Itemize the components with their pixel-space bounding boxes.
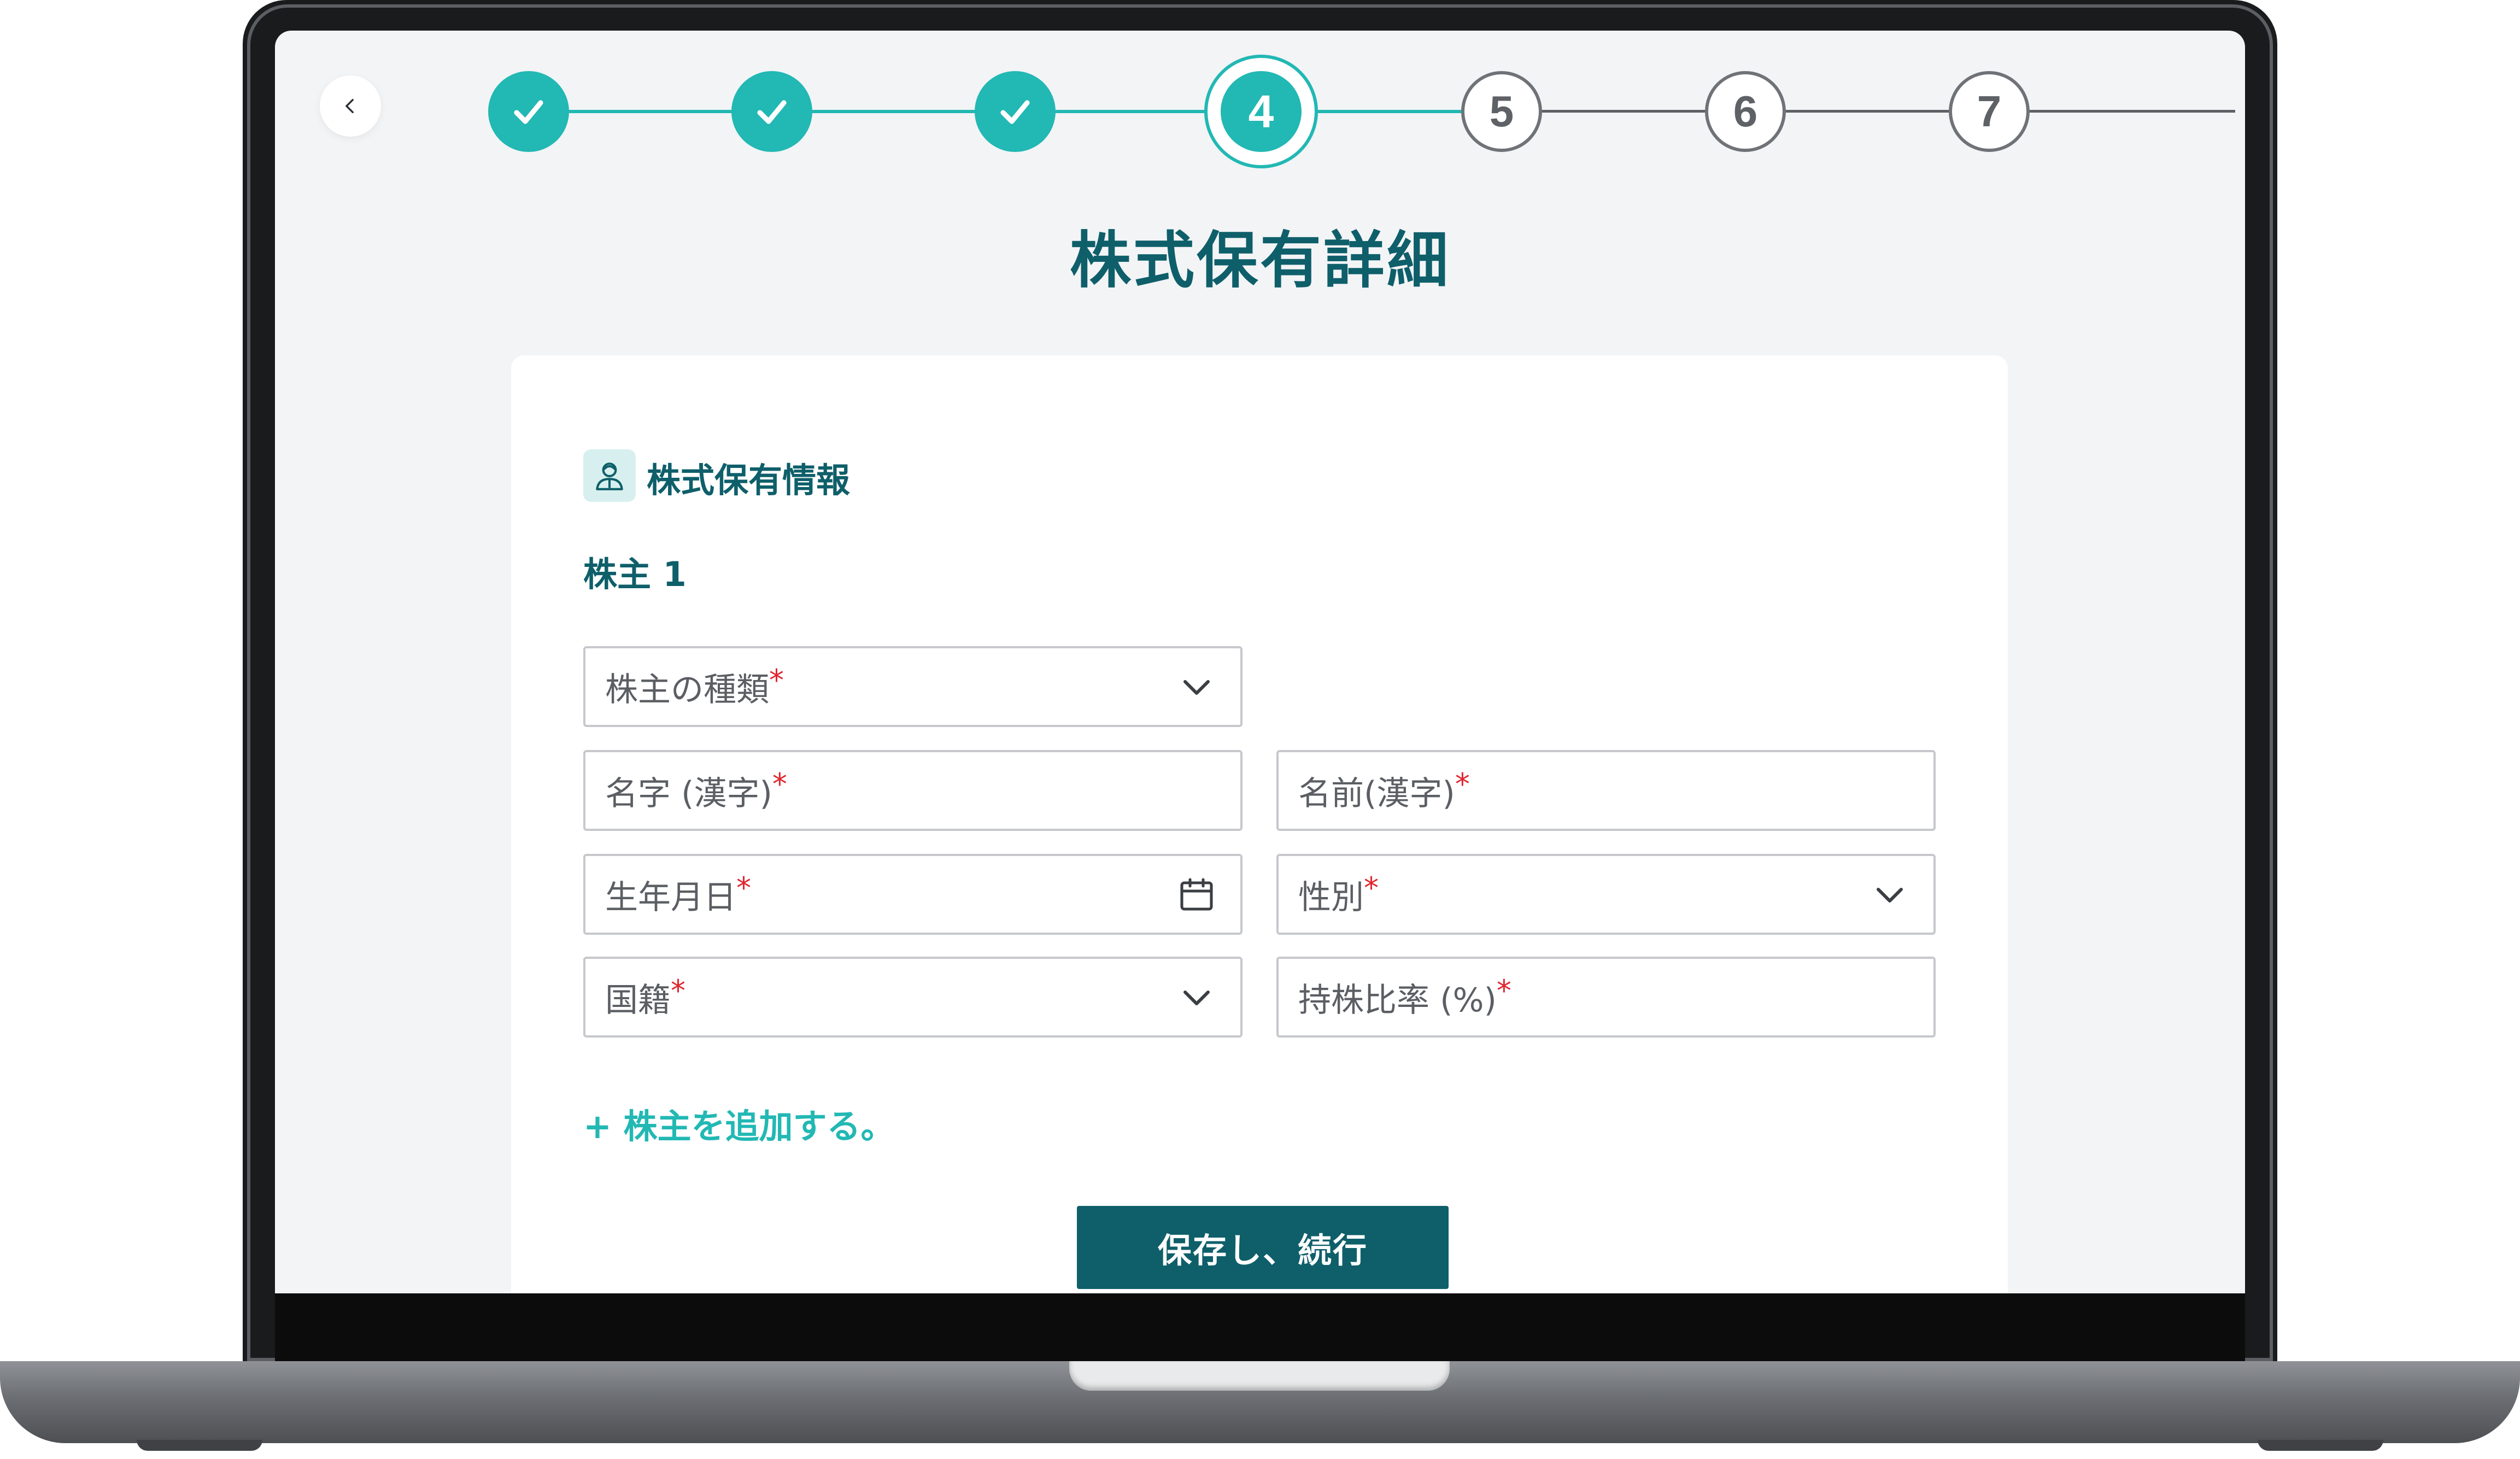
chevron-down-icon — [1183, 991, 1210, 1005]
chevron-down-icon — [1877, 888, 1903, 903]
step-6[interactable]: 6 — [1705, 71, 1786, 152]
section-icon-container — [583, 449, 636, 502]
chevron-left-icon — [345, 98, 354, 114]
field-label: 名前(漢字)* — [1298, 766, 1470, 813]
stepper-line-pending — [1505, 110, 2235, 113]
shareholder-type-select[interactable]: 株主の種類* — [583, 646, 1243, 727]
save-continue-button[interactable]: 保存し、続行 — [1077, 1206, 1449, 1289]
checkmark-icon — [514, 100, 543, 124]
person-id-icon — [596, 462, 623, 490]
laptop-foot-right — [2258, 1440, 2383, 1451]
field-label: 株主の種類* — [605, 663, 784, 709]
laptop-bezel-bottom — [275, 1293, 2245, 1361]
field-label: 性別* — [1298, 870, 1379, 917]
field-label: 名字 (漢字)* — [605, 766, 787, 813]
page-title: 株式保有詳細 — [1070, 225, 1450, 296]
step-1-complete[interactable] — [488, 71, 569, 152]
nationality-select[interactable]: 国籍* — [583, 957, 1243, 1038]
field-label: 持株比率 (%)* — [1298, 973, 1511, 1019]
section-title: 株式保有情報 — [647, 460, 851, 500]
step-7[interactable]: 7 — [1949, 71, 2030, 152]
app-screen: 4 5 6 7 株式保有詳細 株式保有情報 株主 1 株主の種類* 名字 (漢字… — [275, 31, 2245, 1293]
gender-select[interactable]: 性別* — [1276, 854, 1936, 935]
step-3-complete[interactable] — [975, 71, 1056, 152]
checkmark-icon — [757, 100, 787, 124]
step-2-complete[interactable] — [731, 71, 812, 152]
birth-date-input[interactable]: 生年月日* — [583, 854, 1243, 935]
last-name-kanji-input[interactable]: 名字 (漢字)* — [583, 750, 1243, 831]
field-label: 生年月日* — [605, 870, 751, 917]
calendar-icon[interactable] — [1177, 875, 1216, 914]
step-4-active[interactable]: 4 — [1221, 71, 1302, 152]
field-label: 国籍* — [605, 973, 685, 1019]
shareholder-label: 株主 1 — [583, 554, 687, 594]
back-button[interactable] — [320, 75, 381, 137]
add-shareholder-link[interactable]: + 株主を追加する。 — [583, 1099, 895, 1148]
laptop-foot-left — [137, 1440, 262, 1451]
checkmark-icon — [1000, 100, 1030, 124]
form-card: 株式保有情報 株主 1 株主の種類* 名字 (漢字)* 名前(漢字)* 生年月日… — [511, 355, 2008, 1293]
ownership-ratio-input[interactable]: 持株比率 (%)* — [1276, 957, 1936, 1038]
first-name-kanji-input[interactable]: 名前(漢字)* — [1276, 750, 1936, 831]
step-5[interactable]: 5 — [1461, 71, 1542, 152]
laptop-base-notch — [1069, 1361, 1450, 1391]
chevron-down-icon — [1183, 680, 1210, 695]
